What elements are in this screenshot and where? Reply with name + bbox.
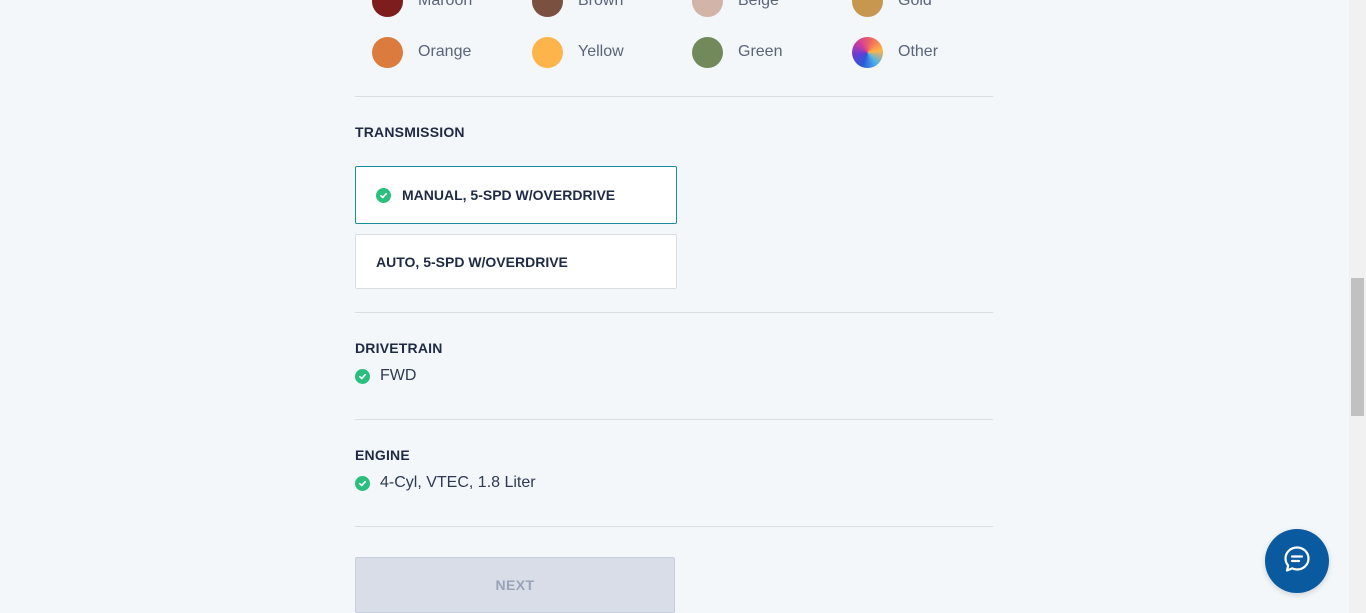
color-label: Gold	[898, 0, 932, 9]
check-circle-icon	[355, 475, 370, 491]
scrollbar-thumb[interactable]	[1351, 278, 1364, 416]
transmission-title: TRANSMISSION	[355, 124, 465, 140]
option-label: AUTO, 5-SPD W/OVERDRIVE	[376, 253, 568, 270]
beige-swatch	[692, 0, 723, 17]
transmission-option-manual[interactable]: MANUAL, 5-SPD W/OVERDRIVE	[355, 166, 677, 224]
maroon-swatch	[372, 0, 403, 17]
color-row-2: Orange Yellow Green Other	[372, 36, 1012, 68]
drivetrain-title: DRIVETRAIN	[355, 340, 443, 356]
color-label: Orange	[418, 43, 472, 60]
next-button[interactable]: NEXT	[355, 557, 675, 613]
brown-swatch	[532, 0, 563, 17]
engine-title: ENGINE	[355, 447, 410, 463]
other-swatch	[852, 36, 883, 68]
color-option-brown[interactable]: Brown	[532, 0, 692, 17]
check-circle-icon	[355, 368, 370, 384]
color-picker: Maroon Brown Beige Gold Orange Yellow Gr…	[372, 0, 1012, 87]
color-label: Maroon	[418, 0, 473, 9]
color-option-beige[interactable]: Beige	[692, 0, 852, 17]
color-label: Green	[738, 43, 783, 60]
color-option-gold[interactable]: Gold	[852, 0, 1012, 17]
color-option-other[interactable]: Other	[852, 36, 1012, 68]
option-label: MANUAL, 5-SPD W/OVERDRIVE	[402, 187, 616, 203]
engine-value-row: 4-Cyl, VTEC, 1.8 Liter	[355, 474, 536, 492]
check-circle-icon	[376, 187, 391, 203]
color-label: Beige	[738, 0, 779, 9]
page: Maroon Brown Beige Gold Orange Yellow Gr…	[0, 0, 1366, 613]
color-option-green[interactable]: Green	[692, 36, 852, 68]
color-row-1: Maroon Brown Beige Gold	[372, 0, 1012, 17]
orange-swatch	[372, 36, 403, 68]
divider	[355, 96, 993, 97]
yellow-swatch	[532, 36, 563, 68]
drivetrain-value-row: FWD	[355, 367, 416, 385]
green-swatch	[692, 36, 723, 68]
color-label: Yellow	[578, 43, 624, 60]
color-label: Other	[898, 43, 939, 60]
divider	[355, 312, 993, 313]
color-option-orange[interactable]: Orange	[372, 36, 532, 68]
gold-swatch	[852, 0, 883, 17]
transmission-option-auto[interactable]: AUTO, 5-SPD W/OVERDRIVE	[355, 234, 677, 289]
color-label: Brown	[578, 0, 624, 9]
chat-bubble-icon	[1282, 544, 1312, 579]
drivetrain-value: FWD	[380, 367, 417, 384]
divider	[355, 526, 993, 527]
divider	[355, 419, 993, 420]
color-option-yellow[interactable]: Yellow	[532, 36, 692, 68]
color-option-maroon[interactable]: Maroon	[372, 0, 532, 17]
chat-button[interactable]	[1265, 529, 1329, 593]
engine-value: 4-Cyl, VTEC, 1.8 Liter	[380, 474, 536, 491]
